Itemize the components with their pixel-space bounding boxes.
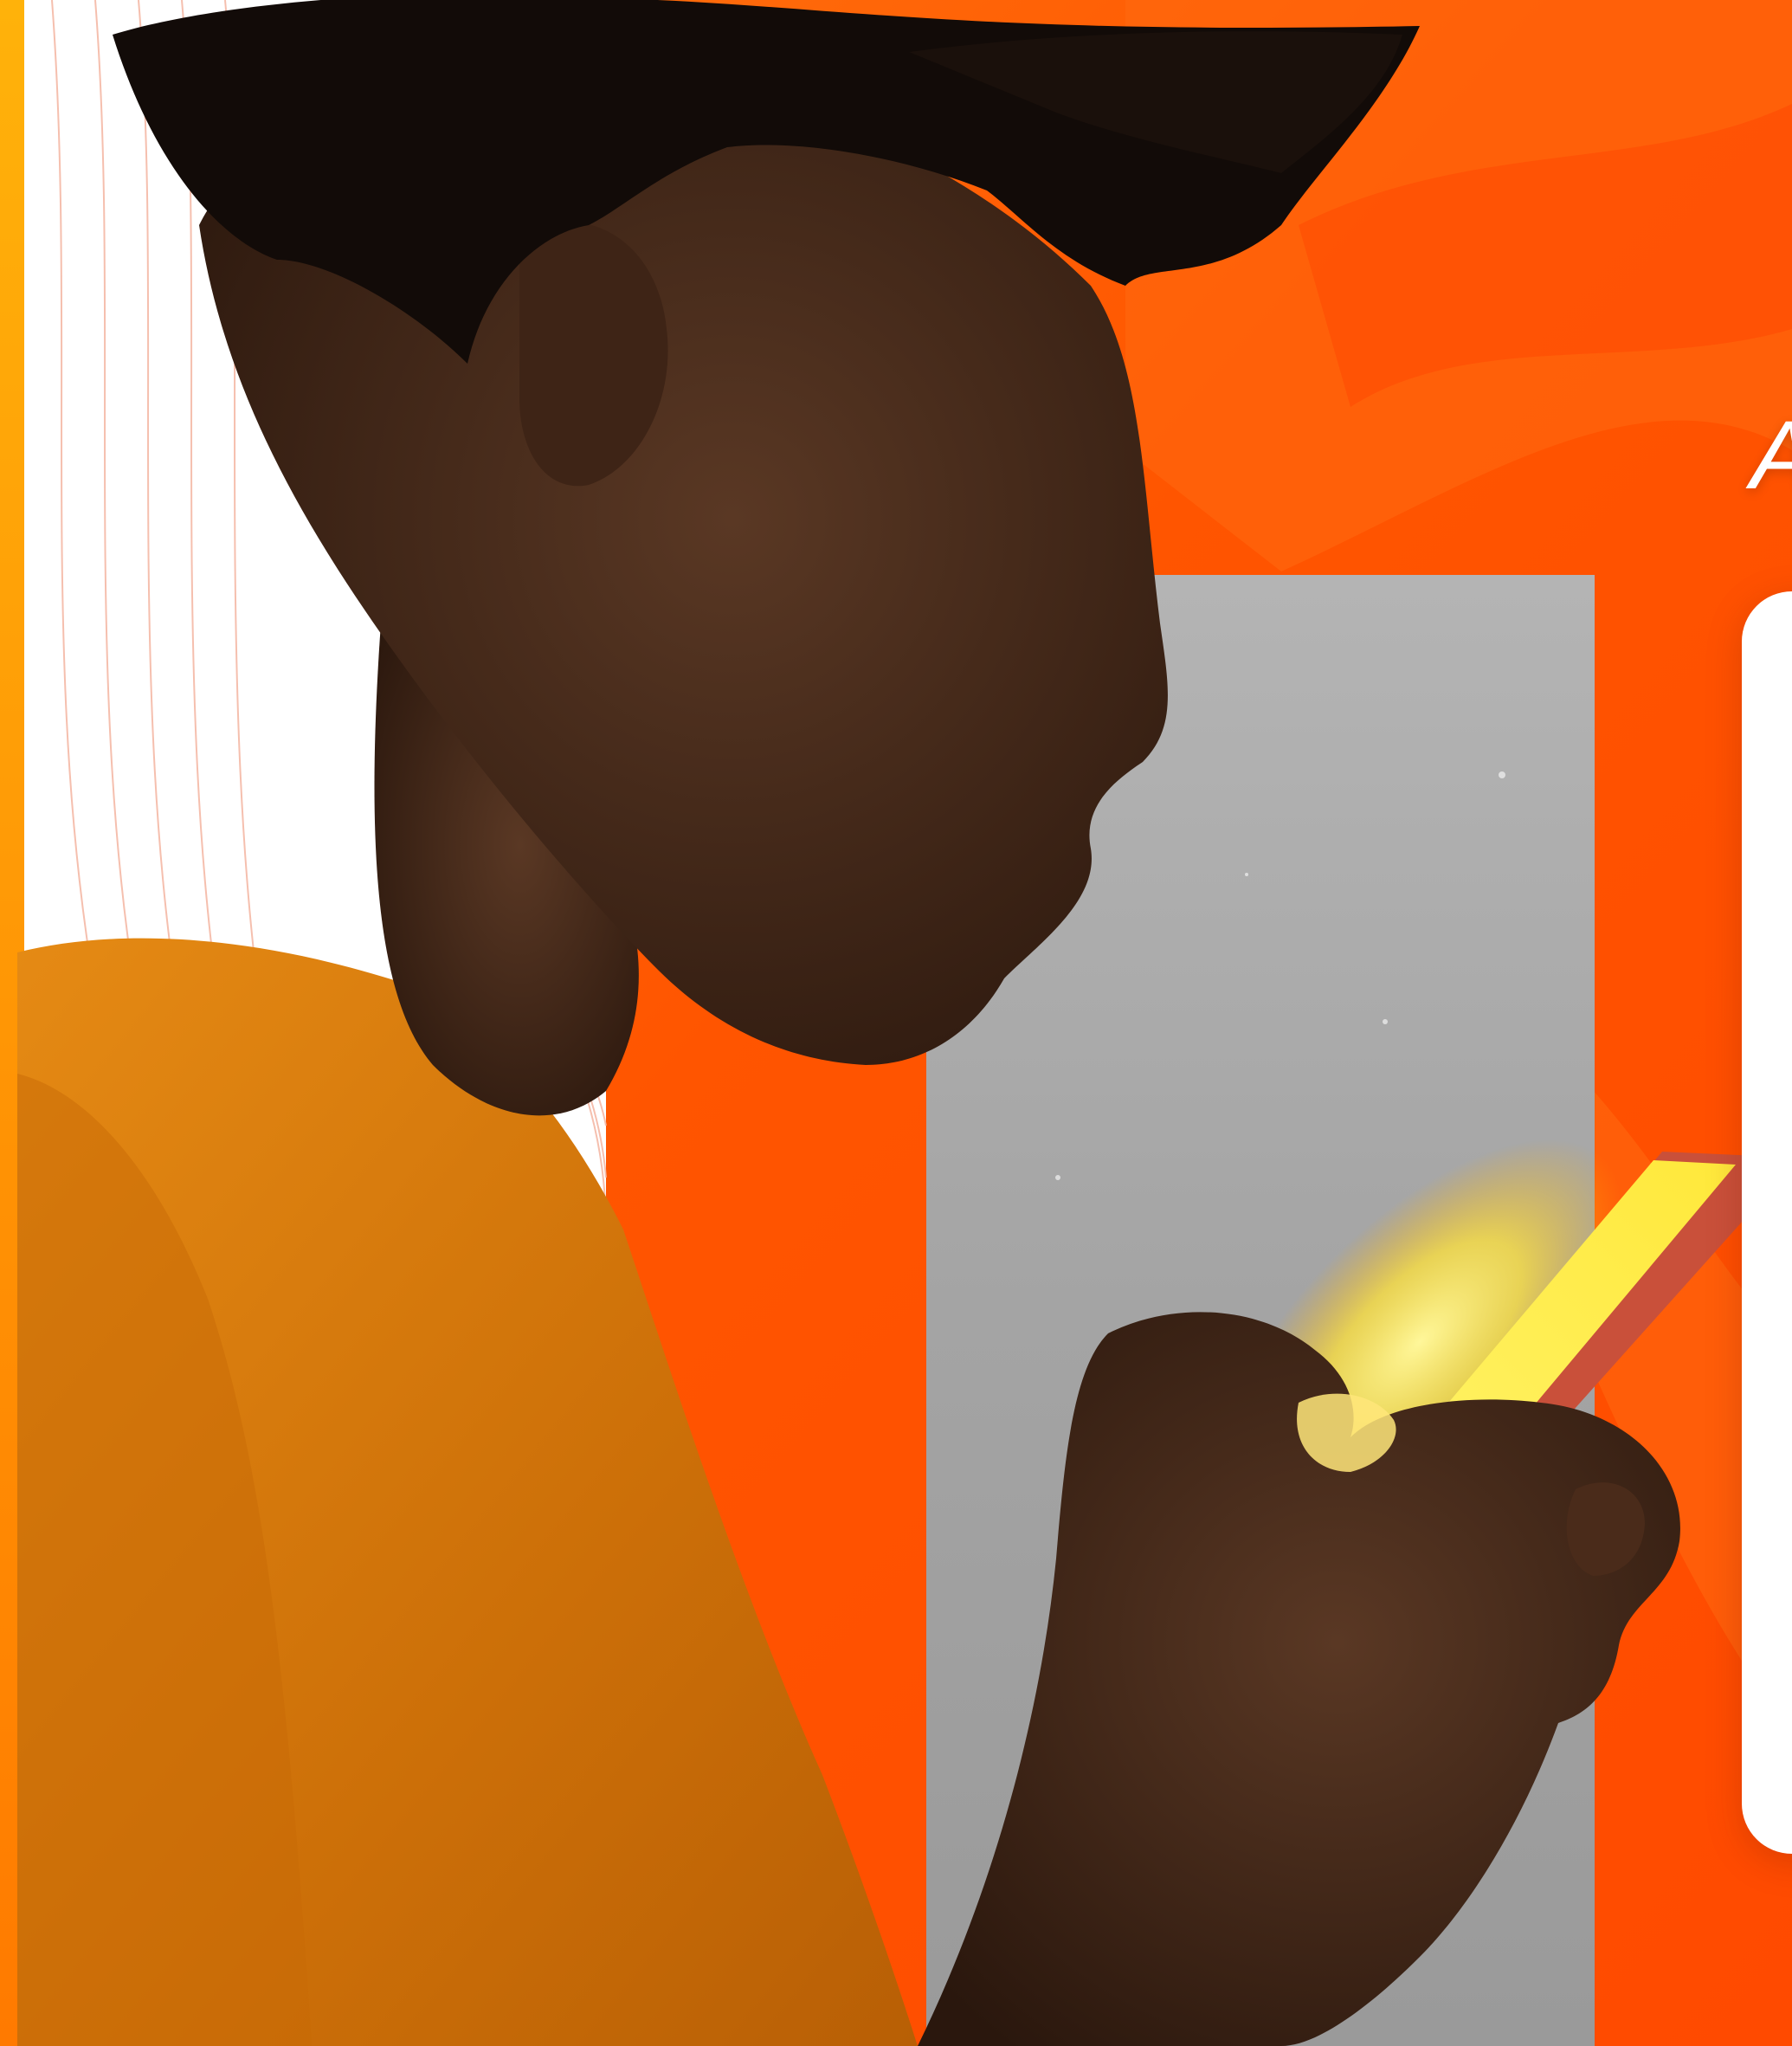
background-art	[0, 0, 1792, 2046]
promo-banner: A	[0, 0, 1792, 2046]
white-card	[1742, 591, 1792, 1854]
headline-fragment: A	[1750, 407, 1792, 504]
